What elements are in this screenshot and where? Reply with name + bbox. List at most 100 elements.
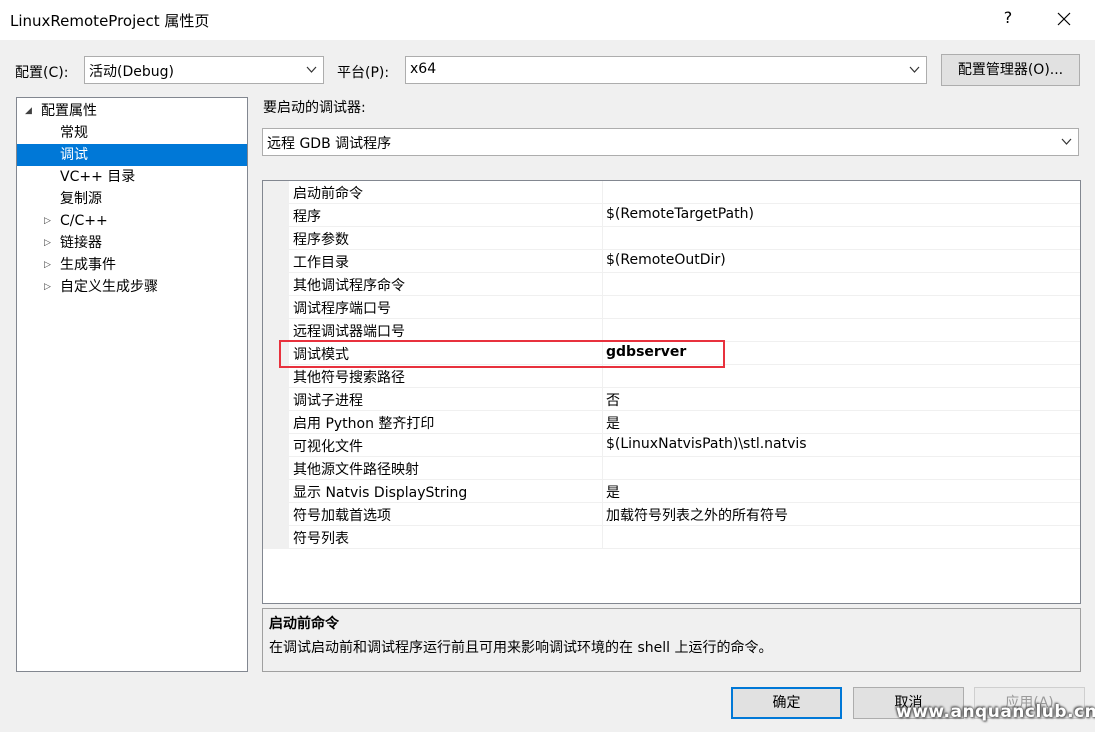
description-title: 启动前命令: [269, 616, 339, 632]
property-name: 符号加载首选项: [293, 508, 391, 524]
property-name: 程序参数: [293, 232, 349, 248]
property-row[interactable]: 符号列表: [263, 526, 1080, 549]
row-gutter: [263, 480, 289, 503]
property-value[interactable]: $(RemoteOutDir): [606, 252, 726, 268]
row-gutter: [263, 526, 289, 549]
help-button[interactable]: ?: [998, 8, 1018, 27]
property-name: 其他调试程序命令: [293, 278, 405, 294]
tree-item-label: VC++ 目录: [60, 169, 136, 185]
config-combo[interactable]: 活动(Debug): [84, 56, 324, 84]
collapsed-triangle-icon[interactable]: ▷: [44, 254, 51, 276]
property-tree: ◢ 配置属性 常规 调试 VC++ 目录 复制源 ▷ C/C++ ▷ 链接器 ▷…: [16, 97, 248, 672]
property-row[interactable]: 程序 $(RemoteTargetPath): [263, 204, 1080, 227]
tree-item-copy-sources[interactable]: 复制源: [17, 188, 247, 210]
property-row[interactable]: 符号加载首选项 加载符号列表之外的所有符号: [263, 503, 1080, 526]
property-row[interactable]: 启用 Python 整齐打印 是: [263, 411, 1080, 434]
column-divider: [602, 480, 603, 503]
row-gutter: [263, 434, 289, 457]
column-divider: [602, 227, 603, 250]
property-name: 符号列表: [293, 531, 349, 547]
property-row[interactable]: 其他调试程序命令: [263, 273, 1080, 296]
property-row[interactable]: 其他源文件路径映射: [263, 457, 1080, 480]
tree-item-build-events[interactable]: ▷ 生成事件: [17, 254, 247, 276]
property-value[interactable]: $(RemoteTargetPath): [606, 206, 754, 222]
property-name: 程序: [293, 209, 321, 225]
tree-item-label: 常规: [60, 125, 88, 141]
collapsed-triangle-icon[interactable]: ▷: [44, 232, 51, 254]
tree-item-c-cpp[interactable]: ▷ C/C++: [17, 210, 247, 232]
column-divider: [602, 319, 603, 342]
property-row[interactable]: 调试程序端口号: [263, 296, 1080, 319]
property-value[interactable]: 加载符号列表之外的所有符号: [606, 505, 788, 525]
tree-item-debugging[interactable]: 调试: [17, 144, 247, 166]
platform-value: x64: [410, 61, 437, 77]
property-name: 启用 Python 整齐打印: [293, 416, 435, 432]
property-row[interactable]: 其他符号搜索路径: [263, 365, 1080, 388]
property-row[interactable]: 远程调试器端口号: [263, 319, 1080, 342]
tree-item-linker[interactable]: ▷ 链接器: [17, 232, 247, 254]
property-value[interactable]: gdbserver: [606, 344, 686, 360]
property-name: 显示 Natvis DisplayString: [293, 485, 468, 501]
row-gutter: [263, 411, 289, 434]
column-divider: [602, 250, 603, 273]
column-divider: [602, 296, 603, 319]
collapsed-triangle-icon[interactable]: ▷: [44, 210, 51, 232]
description-text: 在调试启动前和调试程序运行前且可用来影响调试环境的在 shell 上运行的命令。: [269, 640, 773, 656]
platform-combo[interactable]: x64: [405, 56, 927, 84]
tree-item-custom-build-step[interactable]: ▷ 自定义生成步骤: [17, 276, 247, 298]
property-name: 调试程序端口号: [293, 301, 391, 317]
tree-item-label: 自定义生成步骤: [60, 279, 158, 295]
column-divider: [602, 273, 603, 296]
column-divider: [602, 526, 603, 549]
config-label: 配置(C):: [15, 65, 69, 81]
tree-root[interactable]: ◢ 配置属性: [17, 100, 247, 122]
close-icon: [1057, 12, 1071, 26]
row-gutter: [263, 273, 289, 296]
column-divider: [602, 503, 603, 526]
watermark: www.anquanclub.cn: [896, 702, 1095, 722]
row-gutter: [263, 319, 289, 342]
chevron-down-icon: [909, 66, 920, 73]
property-row[interactable]: 调试子进程 否: [263, 388, 1080, 411]
property-row[interactable]: 显示 Natvis DisplayString 是: [263, 480, 1080, 503]
property-value[interactable]: 是: [606, 482, 620, 502]
property-name: 调试模式: [293, 347, 349, 363]
config-manager-button[interactable]: 配置管理器(O)...: [941, 54, 1080, 86]
row-gutter: [263, 503, 289, 526]
column-divider: [602, 411, 603, 434]
row-gutter: [263, 204, 289, 227]
property-row[interactable]: 程序参数: [263, 227, 1080, 250]
platform-label: 平台(P):: [337, 65, 390, 81]
ok-button[interactable]: 确定: [731, 687, 842, 719]
collapsed-triangle-icon[interactable]: ▷: [44, 276, 51, 298]
property-value[interactable]: 是: [606, 413, 620, 433]
property-name: 远程调试器端口号: [293, 324, 405, 340]
row-gutter: [263, 181, 289, 204]
column-divider: [602, 181, 603, 204]
property-grid: 启动前命令 程序 $(RemoteTargetPath) 程序参数 工作目录 $…: [262, 180, 1081, 604]
property-row[interactable]: 启动前命令: [263, 181, 1080, 204]
property-row-debug-mode[interactable]: 调试模式 gdbserver: [263, 342, 1080, 365]
row-gutter: [263, 342, 289, 365]
expanded-triangle-icon[interactable]: ◢: [25, 100, 32, 122]
property-value[interactable]: $(LinuxNatvisPath)\stl.natvis: [606, 436, 807, 452]
row-gutter: [263, 250, 289, 273]
config-value: 活动(Debug): [89, 64, 174, 80]
property-name: 其他符号搜索路径: [293, 370, 405, 386]
window-title: LinuxRemoteProject 属性页: [10, 12, 210, 30]
row-gutter: [263, 388, 289, 411]
row-gutter: [263, 296, 289, 319]
tree-item-label: 生成事件: [60, 257, 116, 273]
debugger-label: 要启动的调试器:: [263, 100, 366, 116]
chevron-down-icon: [306, 66, 317, 73]
property-row[interactable]: 可视化文件 $(LinuxNatvisPath)\stl.natvis: [263, 434, 1080, 457]
property-value[interactable]: 否: [606, 390, 620, 410]
debugger-combo[interactable]: 远程 GDB 调试程序: [262, 128, 1079, 156]
close-button[interactable]: [1050, 4, 1078, 34]
tree-item-vc-directories[interactable]: VC++ 目录: [17, 166, 247, 188]
row-gutter: [263, 457, 289, 480]
debugger-value: 远程 GDB 调试程序: [267, 136, 392, 152]
property-row[interactable]: 工作目录 $(RemoteOutDir): [263, 250, 1080, 273]
tree-item-general[interactable]: 常规: [17, 122, 247, 144]
row-gutter: [263, 365, 289, 388]
